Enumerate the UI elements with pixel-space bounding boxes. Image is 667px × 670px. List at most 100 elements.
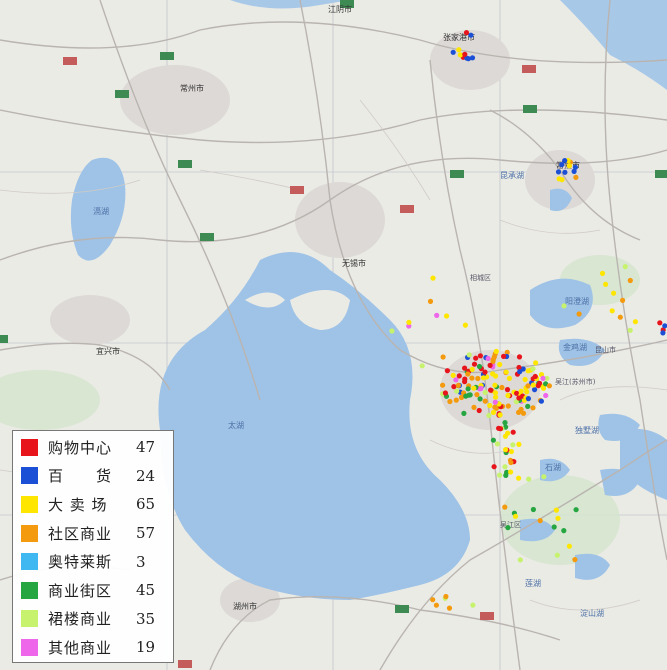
commercial-poi-marker[interactable]: [465, 371, 471, 377]
commercial-poi-marker[interactable]: [510, 442, 516, 448]
commercial-poi-marker[interactable]: [419, 363, 425, 369]
commercial-poi-marker[interactable]: [462, 322, 468, 328]
commercial-poi-marker[interactable]: [609, 308, 615, 314]
commercial-poi-marker[interactable]: [543, 392, 549, 399]
commercial-poi-marker[interactable]: [525, 383, 531, 389]
commercial-poi-marker[interactable]: [492, 399, 498, 405]
commercial-poi-marker[interactable]: [492, 382, 498, 388]
commercial-poi-marker[interactable]: [506, 375, 512, 381]
commercial-poi-marker[interactable]: [430, 275, 436, 281]
map-view[interactable]: 江阴市 张家港市 常州市 常熟市 无锡市 宜兴市 湖州市 昆山市 吴江(苏州市)…: [0, 0, 667, 670]
commercial-poi-marker[interactable]: [406, 319, 412, 325]
commercial-poi-marker[interactable]: [485, 355, 491, 362]
commercial-poi-marker[interactable]: [573, 507, 579, 513]
commercial-poi-marker[interactable]: [491, 464, 497, 470]
commercial-poi-marker[interactable]: [492, 404, 498, 410]
commercial-poi-marker[interactable]: [430, 597, 436, 603]
legend-item-department-store[interactable]: 百 货 24: [21, 462, 167, 491]
commercial-poi-marker[interactable]: [611, 290, 617, 296]
commercial-poi-marker[interactable]: [488, 387, 494, 393]
commercial-poi-marker[interactable]: [632, 319, 639, 325]
commercial-poi-marker[interactable]: [503, 447, 509, 453]
commercial-poi-marker[interactable]: [493, 394, 499, 400]
commercial-poi-marker[interactable]: [469, 375, 475, 381]
commercial-poi-marker[interactable]: [508, 448, 514, 455]
commercial-poi-marker[interactable]: [457, 52, 463, 58]
commercial-poi-marker[interactable]: [504, 387, 511, 393]
commercial-poi-marker[interactable]: [533, 360, 539, 366]
commercial-poi-marker[interactable]: [501, 353, 507, 359]
commercial-poi-marker[interactable]: [493, 373, 499, 379]
commercial-poi-marker[interactable]: [566, 163, 573, 169]
commercial-poi-marker[interactable]: [456, 373, 462, 379]
commercial-poi-marker[interactable]: [476, 363, 483, 370]
commercial-poi-marker[interactable]: [487, 402, 493, 409]
commercial-poi-marker[interactable]: [505, 525, 511, 531]
commercial-poi-marker[interactable]: [455, 382, 461, 388]
commercial-poi-marker[interactable]: [522, 376, 528, 383]
commercial-poi-marker[interactable]: [571, 168, 577, 174]
commercial-poi-marker[interactable]: [562, 169, 568, 175]
commercial-poi-marker[interactable]: [622, 264, 628, 270]
commercial-poi-marker[interactable]: [482, 398, 488, 404]
commercial-poi-marker[interactable]: [442, 390, 448, 396]
commercial-poi-marker[interactable]: [502, 464, 508, 470]
commercial-poi-marker[interactable]: [446, 605, 453, 611]
legend-item-outlets[interactable]: 奥特莱斯 3: [21, 547, 167, 576]
commercial-poi-marker[interactable]: [537, 518, 543, 524]
commercial-poi-marker[interactable]: [503, 369, 509, 375]
commercial-poi-marker[interactable]: [499, 384, 505, 391]
commercial-poi-marker[interactable]: [566, 543, 573, 549]
commercial-poi-marker[interactable]: [508, 459, 514, 466]
commercial-poi-marker[interactable]: [562, 158, 568, 164]
commercial-poi-marker[interactable]: [502, 433, 508, 439]
legend-item-shopping-center[interactable]: 购物中心 47: [21, 433, 167, 462]
commercial-poi-marker[interactable]: [469, 55, 476, 61]
commercial-poi-marker[interactable]: [478, 385, 484, 392]
legend-item-commercial-street[interactable]: 商业街区 45: [21, 576, 167, 605]
commercial-poi-marker[interactable]: [538, 398, 545, 404]
commercial-poi-marker[interactable]: [555, 515, 561, 521]
commercial-poi-marker[interactable]: [627, 277, 633, 284]
commercial-poi-marker[interactable]: [553, 507, 560, 513]
commercial-poi-marker[interactable]: [520, 410, 527, 416]
commercial-poi-marker[interactable]: [469, 366, 475, 372]
commercial-poi-marker[interactable]: [440, 382, 446, 388]
commercial-poi-marker[interactable]: [525, 396, 532, 402]
commercial-poi-marker[interactable]: [453, 397, 459, 403]
commercial-poi-marker[interactable]: [471, 361, 478, 367]
commercial-poi-marker[interactable]: [555, 169, 562, 175]
commercial-poi-marker[interactable]: [576, 311, 582, 317]
commercial-poi-marker[interactable]: [525, 403, 531, 409]
commercial-poi-marker[interactable]: [493, 348, 499, 354]
commercial-poi-marker[interactable]: [465, 386, 471, 392]
commercial-poi-marker[interactable]: [427, 298, 434, 304]
commercial-poi-marker[interactable]: [532, 373, 538, 380]
commercial-poi-marker[interactable]: [497, 426, 504, 432]
commercial-poi-marker[interactable]: [516, 441, 522, 447]
commercial-poi-marker[interactable]: [444, 368, 450, 374]
commercial-poi-marker[interactable]: [487, 362, 493, 368]
commercial-poi-marker[interactable]: [510, 429, 516, 435]
commercial-poi-marker[interactable]: [475, 375, 481, 382]
commercial-poi-marker[interactable]: [463, 393, 469, 399]
commercial-poi-marker[interactable]: [554, 552, 560, 558]
commercial-poi-marker[interactable]: [530, 405, 536, 411]
commercial-poi-marker[interactable]: [466, 352, 472, 358]
commercial-poi-marker[interactable]: [450, 49, 456, 55]
commercial-poi-marker[interactable]: [556, 176, 562, 182]
commercial-poi-marker[interactable]: [512, 513, 519, 519]
commercial-poi-marker[interactable]: [490, 357, 496, 363]
commercial-poi-marker[interactable]: [546, 383, 553, 389]
commercial-poi-marker[interactable]: [551, 524, 557, 530]
commercial-poi-marker[interactable]: [440, 354, 446, 360]
commercial-poi-marker[interactable]: [490, 409, 497, 415]
commercial-poi-marker[interactable]: [572, 557, 578, 563]
commercial-poi-marker[interactable]: [532, 387, 538, 393]
commercial-poi-marker[interactable]: [603, 281, 609, 287]
commercial-poi-marker[interactable]: [473, 355, 479, 361]
commercial-poi-marker[interactable]: [468, 32, 474, 38]
commercial-poi-marker[interactable]: [451, 384, 457, 390]
legend-item-podium-commerce[interactable]: 裙楼商业 35: [21, 605, 167, 634]
commercial-poi-marker[interactable]: [660, 330, 666, 336]
